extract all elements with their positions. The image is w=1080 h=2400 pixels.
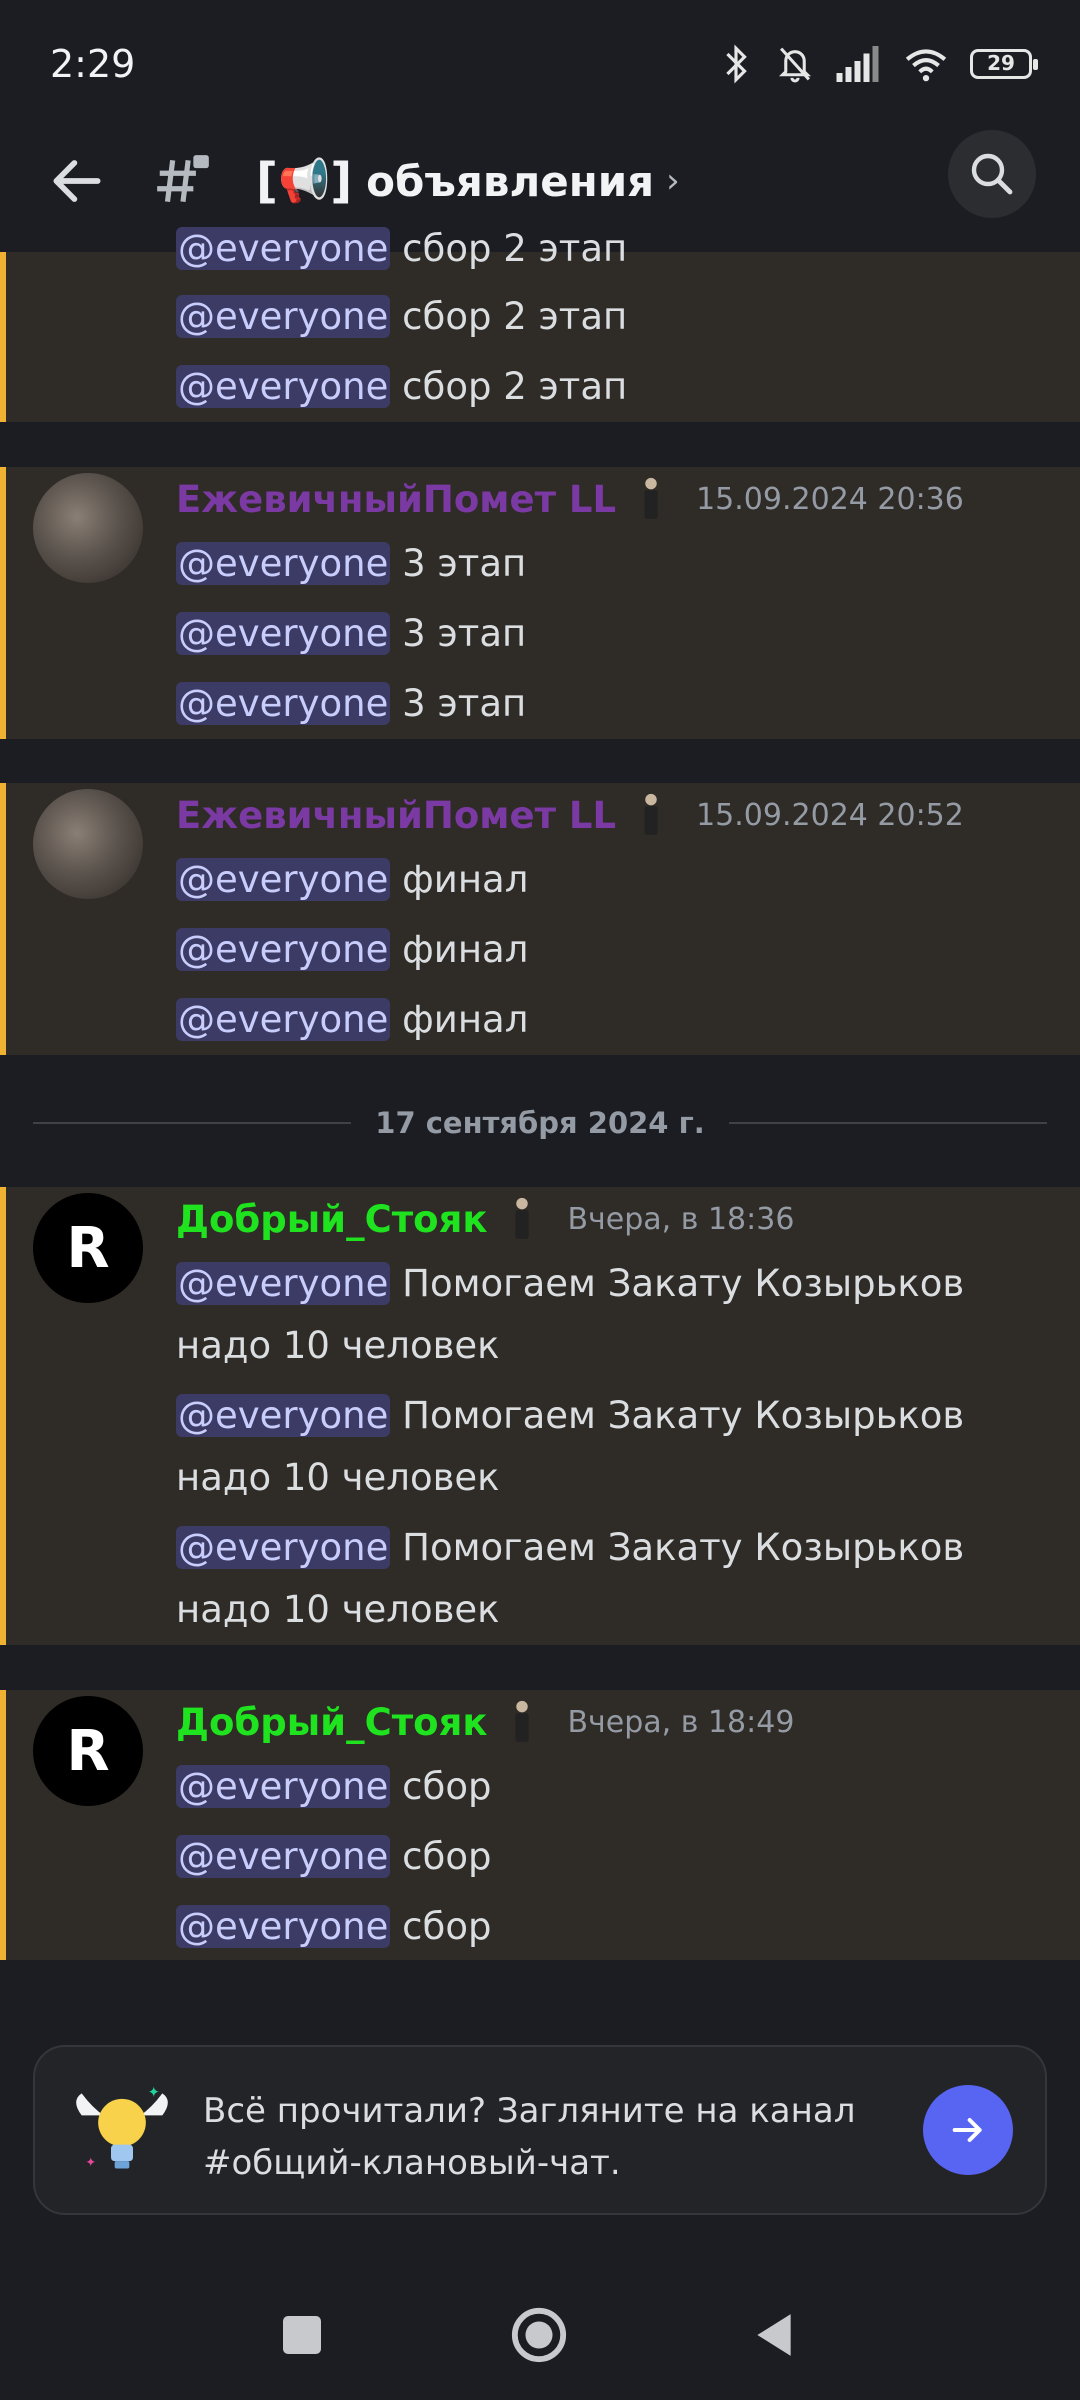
mention-everyone[interactable]: @everyone (176, 858, 391, 901)
mention-everyone[interactable]: @everyone (176, 1835, 391, 1878)
mention-everyone[interactable]: @everyone (176, 1262, 391, 1305)
go-to-channel-button[interactable] (923, 2085, 1013, 2175)
message-group[interactable]: @everyone сбор 2 этап @everyone сбор 2 э… (0, 227, 1080, 422)
system-nav-bar (0, 2280, 1080, 2400)
message-group[interactable]: ЕжевичныйПомет LL 15.09.2024 20:52 @ever… (0, 783, 1080, 1055)
svg-text:✦: ✦ (85, 2156, 96, 2171)
author-name[interactable]: Добрый_Стояк (176, 1198, 487, 1241)
channel-name: объявления (366, 156, 655, 206)
mention-everyone[interactable]: @everyone (176, 227, 391, 270)
author-name[interactable]: Добрый_Стояк (176, 1701, 487, 1744)
battery-level: 29 (987, 51, 1015, 75)
mention-everyone[interactable]: @everyone (176, 295, 391, 338)
next-channel-card[interactable]: ✦ ✦ Всё прочитали? Загляните на канал #о… (33, 2045, 1047, 2215)
mention-everyone[interactable]: @everyone (176, 1765, 391, 1808)
mention-everyone[interactable]: @everyone (176, 998, 391, 1041)
status-time: 2:29 (50, 42, 136, 86)
avatar[interactable] (33, 473, 143, 583)
avatar[interactable] (33, 789, 143, 899)
message-line: @everyone сбор (176, 1905, 492, 1948)
battery-icon: 29 (970, 49, 1038, 79)
bluetooth-icon (726, 44, 747, 84)
timestamp: 15.09.2024 20:52 (696, 797, 964, 833)
locked-channel-hash-icon (157, 155, 209, 202)
timestamp: 15.09.2024 20:36 (696, 481, 964, 517)
message-line: @everyone 3 этап (176, 542, 527, 585)
timestamp: Вчера, в 18:49 (567, 1704, 795, 1740)
mention-everyone[interactable]: @everyone (176, 1905, 391, 1948)
role-icon (644, 793, 658, 835)
message-line: @everyone сбор 2 этап (176, 365, 628, 408)
mention-everyone[interactable]: @everyone (176, 365, 391, 408)
home-button[interactable] (510, 2306, 568, 2364)
message-line: надо 10 человек (176, 1456, 500, 1499)
message-line: @everyone 3 этап (176, 682, 527, 725)
search-icon (971, 153, 1013, 195)
message-line: надо 10 человек (176, 1588, 500, 1631)
bell-muted-icon (778, 47, 812, 83)
message-header: ЕжевичныйПомет LL 15.09.2024 20:36 (176, 477, 964, 521)
message-line: @everyone финал (176, 858, 529, 901)
timestamp: Вчера, в 18:36 (567, 1201, 795, 1237)
message-line: надо 10 человек (176, 1324, 500, 1367)
mention-everyone[interactable]: @everyone (176, 542, 391, 585)
megaphone-icon: [📢] (256, 153, 353, 209)
mention-everyone[interactable]: @everyone (176, 1394, 391, 1437)
avatar[interactable]: R (33, 1696, 143, 1806)
message-line: @everyone сбор 2 этап (176, 295, 628, 338)
arrow-right-icon (952, 2118, 982, 2142)
status-icons: 29 (718, 44, 1038, 84)
message-group[interactable]: R Добрый_Стояк Вчера, в 18:36 @everyone … (0, 1187, 1080, 1645)
wifi-icon (905, 49, 947, 82)
back-triangle-icon[interactable] (752, 2310, 796, 2360)
avatar[interactable]: R (33, 1193, 143, 1303)
message-group[interactable]: R Добрый_Стояк Вчера, в 18:49 @everyone … (0, 1690, 1080, 1960)
message-line: @everyone 3 этап (176, 612, 527, 655)
chevron-right-icon: › (666, 161, 680, 201)
message-line: @everyone Помогаем Закату Козырьков (176, 1526, 965, 1569)
date-divider-label: 17 сентября 2024 г. (375, 1106, 705, 1140)
status-bar: 2:29 29 (0, 0, 1080, 130)
svg-text:✦: ✦ (148, 2084, 160, 2101)
message-header: Добрый_Стояк Вчера, в 18:36 (176, 1197, 794, 1241)
mention-everyone[interactable]: @everyone (176, 1526, 391, 1569)
role-icon (644, 477, 658, 519)
date-divider: 17 сентября 2024 г. (33, 1098, 1048, 1148)
next-channel-text: Всё прочитали? Загляните на канал #общий… (203, 2091, 856, 2183)
message-group[interactable]: ЕжевичныйПомет LL 15.09.2024 20:36 @ever… (0, 467, 1080, 739)
mention-everyone[interactable]: @everyone (176, 612, 391, 655)
author-name[interactable]: ЕжевичныйПомет LL (176, 794, 616, 837)
message-line: @everyone финал (176, 998, 529, 1041)
search-button[interactable] (948, 130, 1036, 218)
back-arrow-icon[interactable] (46, 150, 108, 212)
message-line: @everyone финал (176, 928, 529, 971)
channel-title[interactable]: [📢] объявления › (256, 150, 680, 212)
message-line: @everyone Помогаем Закату Козырьков (176, 1394, 965, 1437)
message-header: Добрый_Стояк Вчера, в 18:49 (176, 1700, 794, 1744)
role-icon (515, 1700, 530, 1742)
message-header: ЕжевичныйПомет LL 15.09.2024 20:52 (176, 793, 964, 837)
signal-icon (836, 46, 879, 82)
author-name[interactable]: ЕжевичныйПомет LL (176, 478, 616, 521)
message-line: @everyone сбор (176, 1835, 492, 1878)
recents-button[interactable] (283, 2316, 321, 2354)
message-line: @everyone сбор 2 этап (176, 227, 628, 270)
message-line: @everyone Помогаем Закату Козырьков (176, 1262, 965, 1305)
message-line: @everyone сбор (176, 1765, 492, 1808)
role-icon (515, 1197, 530, 1239)
winged-lightbulb-icon: ✦ ✦ (76, 2084, 168, 2171)
mention-everyone[interactable]: @everyone (176, 682, 391, 725)
mention-everyone[interactable]: @everyone (176, 928, 391, 971)
